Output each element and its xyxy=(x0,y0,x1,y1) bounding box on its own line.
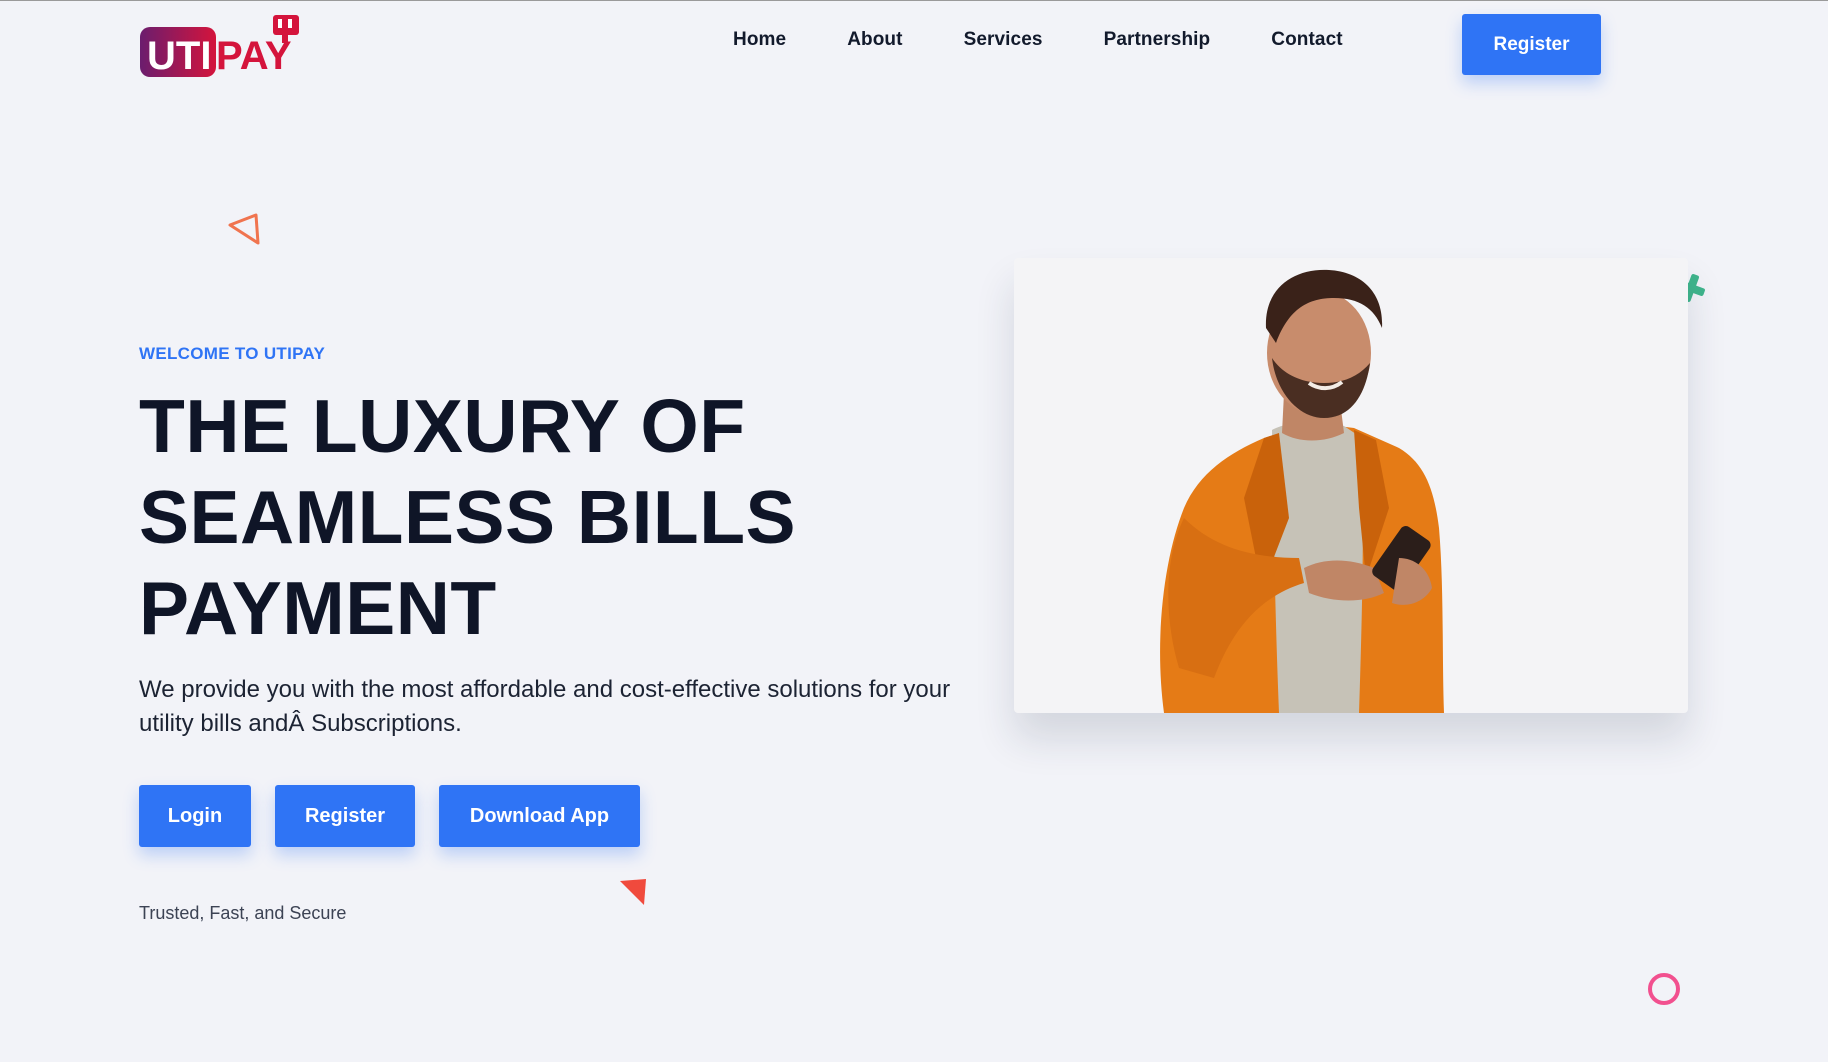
logo-text-right: PAY xyxy=(216,34,292,78)
register-button[interactable]: Register xyxy=(275,785,415,847)
login-button[interactable]: Login xyxy=(139,785,251,847)
headline-line-1: THE LUXURY OF xyxy=(139,384,746,468)
header-register-button[interactable]: Register xyxy=(1462,14,1601,75)
filled-triangle-icon xyxy=(620,879,646,905)
hero-eyebrow: WELCOME TO UTIPAY xyxy=(139,344,326,363)
download-app-button[interactable]: Download App xyxy=(439,785,640,847)
nav-about[interactable]: About xyxy=(847,29,902,51)
nav-contact[interactable]: Contact xyxy=(1271,29,1342,51)
logo-mark: UTI PAY xyxy=(140,15,299,78)
headline-line-2: SEAMLESS BILLS xyxy=(139,475,797,559)
hero-headline: THE LUXURY OF SEAMLESS BILLS PAYMENT xyxy=(139,381,899,654)
headline-line-3: PAYMENT xyxy=(139,566,497,650)
hero-description: We provide you with the most affordable … xyxy=(139,676,951,737)
utipay-logo[interactable]: UTI PAY xyxy=(140,13,310,79)
hero-image-card xyxy=(1014,258,1688,713)
outline-triangle-icon xyxy=(228,213,260,245)
hero-buttons: Login Register Download App xyxy=(139,785,664,847)
logo-text-left: UTI xyxy=(147,34,211,78)
site-header: UTI PAY Home About Services Partnership … xyxy=(0,1,1828,91)
man-with-phone-image xyxy=(1160,269,1444,713)
hero-tagline: Trusted, Fast, and Secure xyxy=(139,903,347,923)
nav-services[interactable]: Services xyxy=(964,29,1043,51)
main-nav: Home About Services Partnership Contact xyxy=(733,29,1343,51)
nav-home[interactable]: Home xyxy=(733,29,786,51)
ring-circle-icon xyxy=(1648,973,1680,1005)
nav-partnership[interactable]: Partnership xyxy=(1104,29,1211,51)
